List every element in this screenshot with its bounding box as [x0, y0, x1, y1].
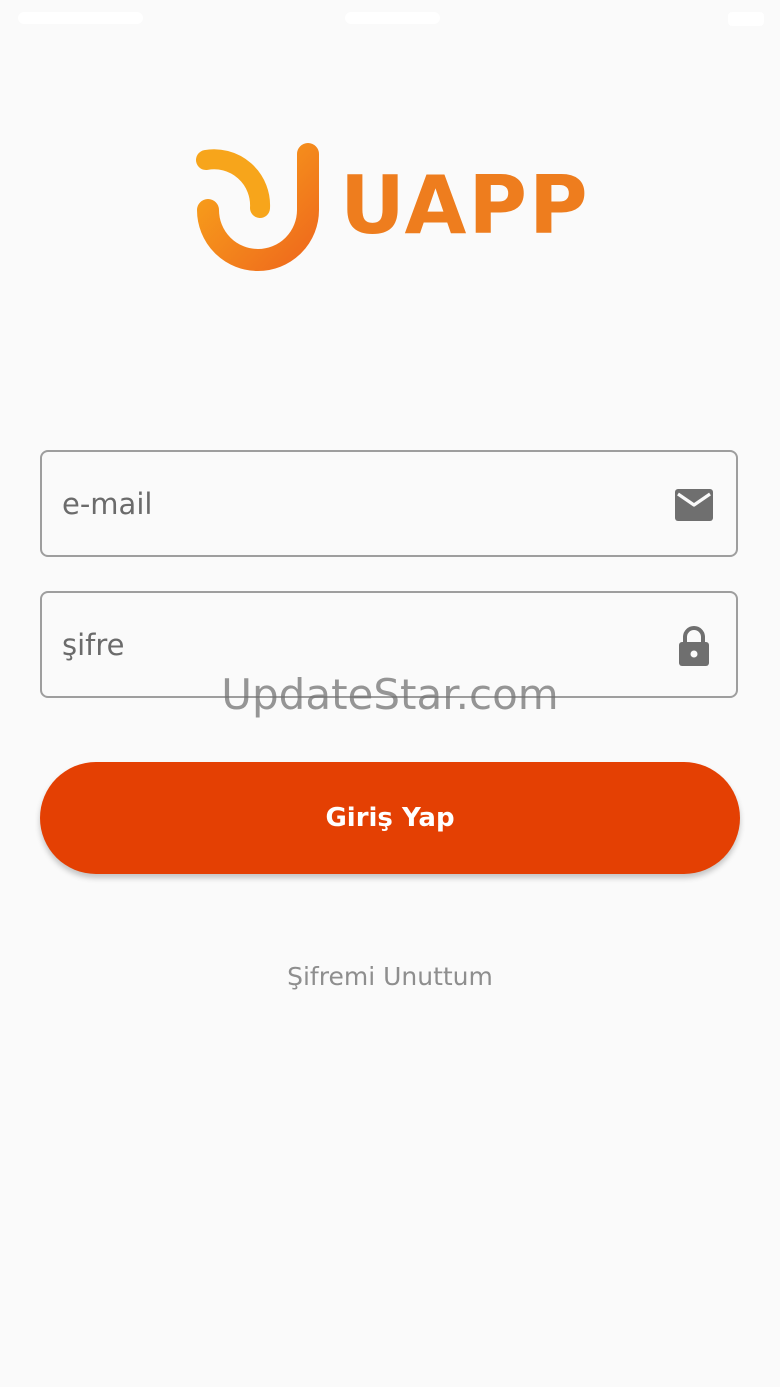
email-input[interactable] — [62, 452, 662, 555]
uapp-logo: UAPP — [190, 138, 590, 274]
logo-wordmark: UAPP — [340, 159, 590, 252]
forgot-password-link[interactable]: Şifremi Unuttum — [0, 962, 780, 991]
password-input[interactable] — [62, 593, 662, 696]
mail-icon — [675, 489, 713, 521]
lock-icon — [679, 626, 709, 666]
battery-icon — [728, 12, 764, 26]
logo-mark-icon — [196, 143, 319, 271]
clock — [345, 12, 440, 24]
status-bar — [0, 0, 780, 40]
email-field[interactable] — [40, 450, 738, 557]
login-button[interactable]: Giriş Yap — [40, 762, 740, 874]
signal-indicator — [18, 12, 143, 24]
password-field[interactable] — [40, 591, 738, 698]
